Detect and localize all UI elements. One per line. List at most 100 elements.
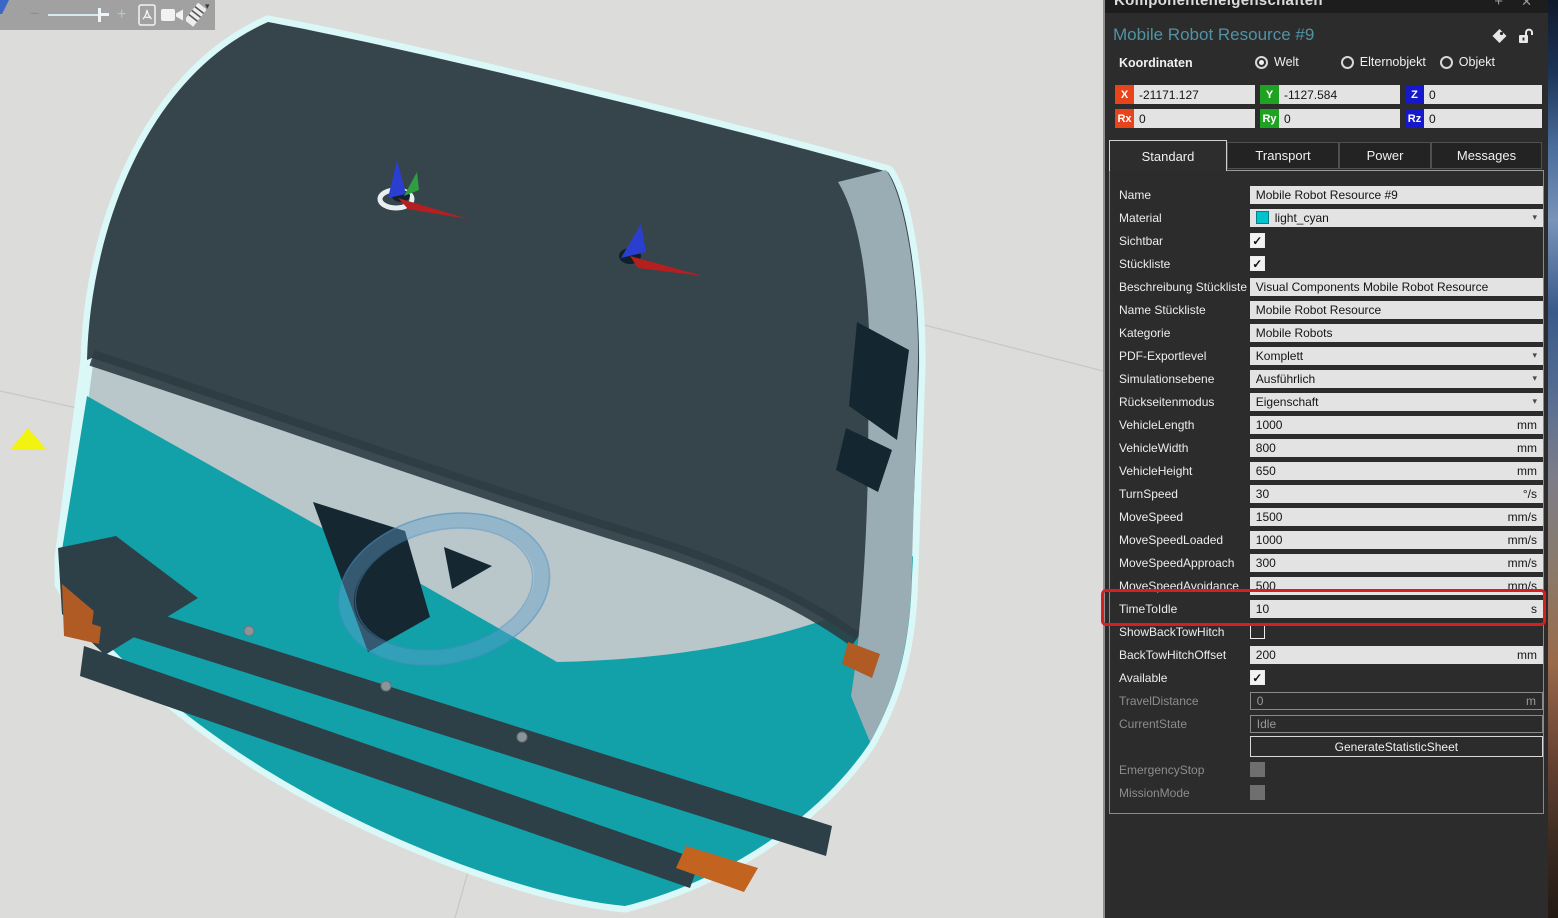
unit-label: mm [1517,648,1537,662]
tab-messages[interactable]: Messages [1431,142,1542,169]
property-label: TurnSpeed [1119,487,1250,501]
property-row: Beschreibung StücklisteVisual Components… [1110,275,1543,298]
background-desktop-strip [1548,0,1558,918]
text-input: Idle [1250,715,1543,733]
property-row: VehicleHeight650mm [1110,459,1543,482]
zoom-slider-track[interactable] [48,14,100,16]
animation-export-dropdown-icon[interactable]: ▾ [205,1,210,12]
checkbox[interactable]: ✓ [1250,233,1265,248]
text-input[interactable]: 1000mm/s [1250,531,1543,549]
text-input[interactable]: Visual Components Mobile Robot Resource [1250,278,1543,296]
property-control: ✓ [1250,670,1543,685]
checkbox [1250,762,1265,777]
property-label: EmergencyStop [1119,763,1250,777]
coordinate-field-z[interactable]: Z0 [1405,85,1542,104]
3d-scene [0,0,1103,918]
property-control: Mobile Robot Resource #9 [1250,186,1543,204]
property-row: NameMobile Robot Resource #9 [1110,183,1543,206]
animation-export-icon[interactable] [186,3,206,27]
property-row: Available✓ [1110,666,1543,689]
3d-viewport[interactable]: − + ▾ [0,0,1103,918]
text-input[interactable]: 500mm/s [1250,577,1543,595]
coordinate-mode-objekt[interactable]: Objekt [1440,55,1495,69]
property-label: BackTowHitchOffset [1119,648,1250,662]
text-input[interactable]: 10s [1250,600,1543,618]
property-row: MoveSpeedAvoidance500mm/s [1110,574,1543,597]
text-input[interactable]: 650mm [1250,462,1543,480]
text-input[interactable]: 30°/s [1250,485,1543,503]
panel-title: Komponenteneigenschaften [1114,0,1323,9]
unit-label: °/s [1523,487,1537,501]
field-value: Mobile Robot Resource #9 [1256,188,1537,202]
yellow-arrow-marker[interactable] [10,428,47,450]
checkbox[interactable]: ✓ [1250,670,1265,685]
property-row: Name StücklisteMobile Robot Resource [1110,298,1543,321]
pin-icon[interactable]: + [1494,0,1503,10]
property-control: 300mm/s [1250,554,1543,572]
zoom-out-button[interactable]: − [30,3,40,25]
property-control: Ausführlich▾ [1250,370,1543,388]
panel-header: Komponenteneigenschaften + ✕ [1105,0,1548,13]
text-input[interactable]: Mobile Robot Resource [1250,301,1543,319]
unit-label: mm/s [1508,556,1537,570]
zoom-in-button[interactable]: + [117,4,126,26]
property-label: MissionMode [1119,786,1250,800]
property-control: 1000mm [1250,416,1543,434]
property-row: KategorieMobile Robots [1110,321,1543,344]
coordinate-mode-elternobjekt[interactable]: Elternobjekt [1341,55,1426,69]
field-value: 10 [1256,602,1527,616]
viewport-toolbar: − + ▾ [0,0,215,30]
tab-power[interactable]: Power [1339,142,1431,169]
text-input[interactable]: 1000mm [1250,416,1543,434]
dropdown[interactable]: Komplett▾ [1250,347,1543,365]
dropdown[interactable]: Eigenschaft▾ [1250,393,1543,411]
coordinate-field-x[interactable]: X-21171.127 [1115,85,1255,104]
text-input[interactable]: Mobile Robots [1250,324,1543,342]
text-input[interactable]: 300mm/s [1250,554,1543,572]
text-input[interactable]: 200mm [1250,646,1543,664]
close-icon[interactable]: ✕ [1521,0,1532,10]
property-label: MoveSpeedLoaded [1119,533,1250,547]
property-label: PDF-Exportlevel [1119,349,1250,363]
property-control: 200mm [1250,646,1543,664]
coordinate-field-ry[interactable]: Ry0 [1260,109,1400,128]
axis-chip: Z [1405,85,1424,104]
property-label: Kategorie [1119,326,1250,340]
mobile-robot-3d-model[interactable] [58,22,919,906]
checkbox[interactable]: ✓ [1250,256,1265,271]
property-row: BackTowHitchOffset200mm [1110,643,1543,666]
component-name-title: Mobile Robot Resource #9 [1113,25,1314,45]
coordinate-fields: X-21171.127 Y-1127.584 Z0 Rx0 Ry0 Rz0 [1115,85,1542,128]
tab-standard[interactable]: Standard [1109,140,1227,171]
axis-chip: Ry [1260,109,1279,128]
pdf-export-icon[interactable] [138,4,156,26]
property-rows: NameMobile Robot Resource #9Materialligh… [1110,180,1543,804]
text-input[interactable]: Mobile Robot Resource #9 [1250,186,1543,204]
tab-transport[interactable]: Transport [1227,142,1339,169]
coordinate-field-y[interactable]: Y-1127.584 [1260,85,1400,104]
checkbox[interactable] [1250,624,1265,639]
property-control: Idle [1250,715,1543,733]
coordinate-field-rx[interactable]: Rx0 [1115,109,1255,128]
generate-statistic-sheet-button[interactable]: GenerateStatisticSheet [1250,736,1543,757]
coordinate-field-rz[interactable]: Rz0 [1405,109,1542,128]
unlock-icon[interactable] [1517,28,1534,44]
property-label: TravelDistance [1119,694,1250,708]
record-video-icon[interactable] [161,7,184,23]
tag-icon[interactable] [1491,28,1508,44]
axis-chip: Y [1260,85,1279,104]
unit-label: m [1526,694,1536,708]
material-color-swatch [1256,211,1269,224]
chevron-down-icon: ▾ [1532,396,1537,407]
text-input[interactable]: 800mm [1250,439,1543,457]
field-value: 650 [1256,464,1513,478]
property-control: 650mm [1250,462,1543,480]
property-control: 1000mm/s [1250,531,1543,549]
dropdown[interactable]: light_cyan▾ [1250,209,1543,227]
property-control: Mobile Robots [1250,324,1543,342]
text-input[interactable]: 1500mm/s [1250,508,1543,526]
property-control [1250,762,1543,777]
dropdown[interactable]: Ausführlich▾ [1250,370,1543,388]
coordinate-mode-welt[interactable]: Welt [1255,55,1299,69]
property-row: VehicleWidth800mm [1110,436,1543,459]
